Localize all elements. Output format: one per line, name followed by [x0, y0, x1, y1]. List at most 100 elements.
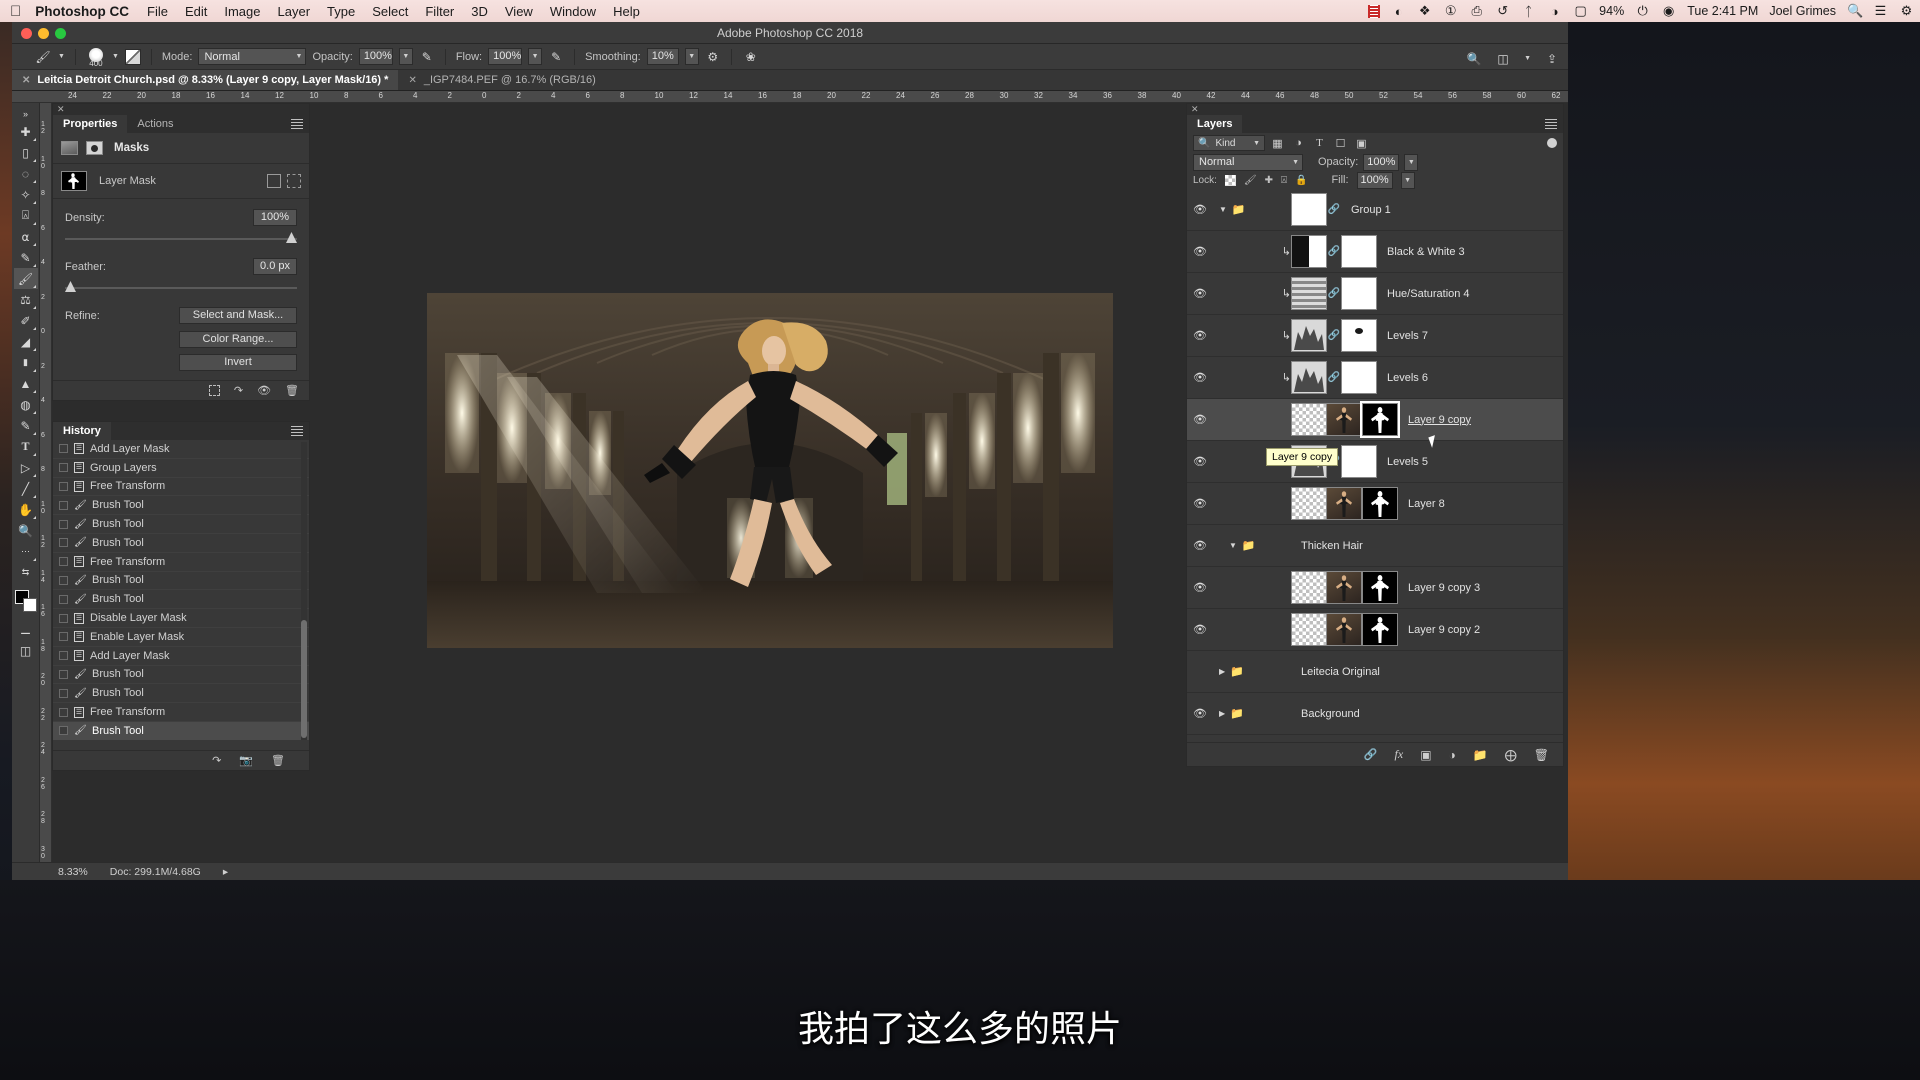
- share-icon[interactable]: ⇪: [1544, 48, 1560, 69]
- history-snapshot-toggle[interactable]: [59, 519, 68, 529]
- lock-transparency-icon[interactable]: [1224, 174, 1236, 186]
- tool-preset-chevron-down-icon[interactable]: ▼: [58, 53, 65, 60]
- layer-rows[interactable]: 👁 ▼ 📁 🔗 Group 1 👁 ↳ 🔗 Black & White 3 👁 ↳ 🔗 Hue/Satu…: [1187, 189, 1563, 735]
- pen-tool[interactable]: ✎: [14, 415, 38, 436]
- crop-tool[interactable]: ⍓: [14, 205, 38, 226]
- layer-name[interactable]: Black & White 3: [1387, 246, 1465, 258]
- clock[interactable]: Tue 2:41 PM: [1687, 4, 1758, 18]
- layer-row[interactable]: 👁 ↳ 🔗 Black & White 3: [1187, 231, 1563, 273]
- layer-fill-input[interactable]: 100%: [1356, 171, 1393, 189]
- battery-percent[interactable]: 94%: [1599, 4, 1624, 18]
- menu-type[interactable]: Type: [327, 4, 355, 19]
- layer-transparency-thumbnail[interactable]: [1291, 571, 1327, 604]
- menu-filter[interactable]: Filter: [425, 4, 454, 19]
- layer-name[interactable]: Thicken Hair: [1301, 540, 1363, 552]
- layer-mask-thumbnail[interactable]: [1341, 445, 1377, 478]
- feather-slider[interactable]: [65, 281, 297, 295]
- history-state-row[interactable]: 🖌 Brush Tool: [53, 496, 309, 516]
- add-mask-icon[interactable]: ▣: [1420, 748, 1431, 762]
- brush-tool[interactable]: 🖌: [13, 268, 38, 289]
- menu-file[interactable]: File: [147, 4, 168, 19]
- layer-content-thumbnail[interactable]: [1291, 319, 1327, 352]
- layer-name[interactable]: Layer 9 copy 3: [1408, 582, 1480, 594]
- history-snapshot-toggle[interactable]: [59, 688, 68, 698]
- search-icon[interactable]: 🔍: [1466, 48, 1482, 69]
- shape-tool[interactable]: ╱: [14, 478, 38, 499]
- layer-content-thumbnail[interactable]: [1326, 571, 1362, 604]
- path-selection-tool[interactable]: ▷: [14, 457, 38, 478]
- layer-row[interactable]: 👁 ↳ 🔗 Levels 6: [1187, 357, 1563, 399]
- zoom-tool[interactable]: 🔍: [14, 520, 38, 541]
- chevron-down-icon[interactable]: ▼: [1524, 55, 1531, 62]
- history-state-row[interactable]: 🖌 Brush Tool: [53, 590, 309, 610]
- eraser-tool[interactable]: ◢: [14, 331, 38, 352]
- layer-mask-thumbnail[interactable]: [1362, 571, 1398, 604]
- layer-content-thumbnail[interactable]: [1291, 193, 1327, 226]
- type-tool[interactable]: T: [14, 436, 38, 457]
- select-and-mask-button[interactable]: Select and Mask...: [179, 307, 297, 324]
- layer-content-thumbnail[interactable]: [1291, 235, 1327, 268]
- layer-mask-thumbnail[interactable]: [1360, 401, 1400, 438]
- lock-artboard-icon[interactable]: ⍓: [1281, 175, 1287, 186]
- smoothing-input[interactable]: 10%: [646, 48, 679, 65]
- load-selection-icon[interactable]: [208, 385, 220, 396]
- history-state-row[interactable]: ☰ Free Transform: [53, 703, 309, 722]
- history-snapshot-toggle[interactable]: [59, 500, 68, 510]
- layer-name[interactable]: Layer 9 copy 2: [1408, 624, 1480, 636]
- layer-content-thumbnail[interactable]: [1291, 277, 1327, 310]
- apple-logo-icon[interactable]: : [10, 4, 21, 19]
- layer-visibility-icon[interactable]: 👁: [1187, 539, 1213, 552]
- tab-actions[interactable]: Actions: [127, 115, 183, 133]
- gear-icon[interactable]: ⚙: [705, 46, 721, 67]
- history-snapshot-toggle[interactable]: [59, 613, 68, 623]
- layer-row[interactable]: 👁 ▼ 📁 Thicken Hair: [1187, 525, 1563, 567]
- history-state-row[interactable]: ☰ Add Layer Mask: [53, 647, 309, 666]
- history-state-row[interactable]: 🖌 Brush Tool: [53, 721, 309, 740]
- dodge-tool[interactable]: ◍: [14, 394, 38, 415]
- new-snapshot-from-state-icon[interactable]: ↷: [212, 754, 221, 767]
- menu-layer[interactable]: Layer: [278, 4, 311, 19]
- bluetooth-icon[interactable]: ᛏ: [1521, 4, 1536, 19]
- menu-edit[interactable]: Edit: [185, 4, 207, 19]
- delete-mask-icon[interactable]: 🗑: [285, 384, 299, 397]
- display-icon[interactable]: ⎙: [1469, 3, 1484, 19]
- layer-row[interactable]: 👁 Layer 9 copy: [1187, 399, 1563, 441]
- healing-brush-tool[interactable]: ✎: [14, 247, 38, 268]
- crashplan-icon[interactable]: ◐: [1391, 4, 1406, 19]
- user-name[interactable]: Joel Grimes: [1769, 4, 1836, 18]
- history-snapshot-toggle[interactable]: [59, 481, 68, 491]
- layer-transparency-thumbnail[interactable]: [1291, 487, 1327, 520]
- menu-window[interactable]: Window: [550, 4, 596, 19]
- panel-collapse-icon[interactable]: »: [14, 107, 38, 121]
- symmetry-butterfly-icon[interactable]: ❀: [742, 46, 760, 67]
- history-state-row[interactable]: ☰ Free Transform: [53, 553, 309, 572]
- search-icon[interactable]: 🔍: [1847, 3, 1863, 19]
- layer-visibility-icon[interactable]: 👁: [1187, 245, 1213, 258]
- layer-visibility-icon[interactable]: 👁: [1187, 707, 1213, 720]
- adjustment-filter-icon[interactable]: ◑: [1290, 136, 1307, 151]
- mask-link-icon[interactable]: 🔗: [1327, 288, 1341, 299]
- blur-tool[interactable]: ▲: [14, 373, 38, 394]
- layer-transparency-thumbnail[interactable]: [1291, 403, 1327, 436]
- clone-stamp-tool[interactable]: ⚖: [14, 289, 38, 310]
- new-group-icon[interactable]: 📁: [1473, 748, 1488, 762]
- brush-preset-chevron-down-icon[interactable]: ▼: [112, 53, 119, 60]
- history-state-row[interactable]: 🖌 Brush Tool: [53, 666, 309, 685]
- history-state-row[interactable]: ☰ Group Layers: [53, 459, 309, 478]
- layer-name[interactable]: Group 1: [1351, 204, 1391, 216]
- layer-visibility-icon[interactable]: 👁: [1187, 581, 1213, 594]
- layer-mask-thumbnail[interactable]: [61, 171, 87, 191]
- layer-mask-thumbnail[interactable]: [1362, 487, 1398, 520]
- layer-blend-mode-select[interactable]: Normal ▼: [1193, 153, 1303, 171]
- history-snapshot-toggle[interactable]: [59, 444, 68, 454]
- shape-filter-icon[interactable]: ☐: [1332, 136, 1349, 151]
- fill-stepper[interactable]: ▼: [1400, 171, 1415, 189]
- chevron-down-icon[interactable]: ▼: [1219, 205, 1227, 214]
- onedrive-icon[interactable]: ①: [1443, 3, 1458, 19]
- opacity-input[interactable]: 100%: [358, 48, 393, 65]
- document-info[interactable]: Doc: 299.1M/4.68G: [110, 866, 201, 878]
- layer-row[interactable]: 👁 ▼ 📁 🔗 Group 1: [1187, 189, 1563, 231]
- workspace-icon[interactable]: ◫: [1495, 48, 1511, 69]
- density-input[interactable]: 100%: [253, 209, 297, 226]
- new-snapshot-icon[interactable]: 📷: [239, 754, 253, 767]
